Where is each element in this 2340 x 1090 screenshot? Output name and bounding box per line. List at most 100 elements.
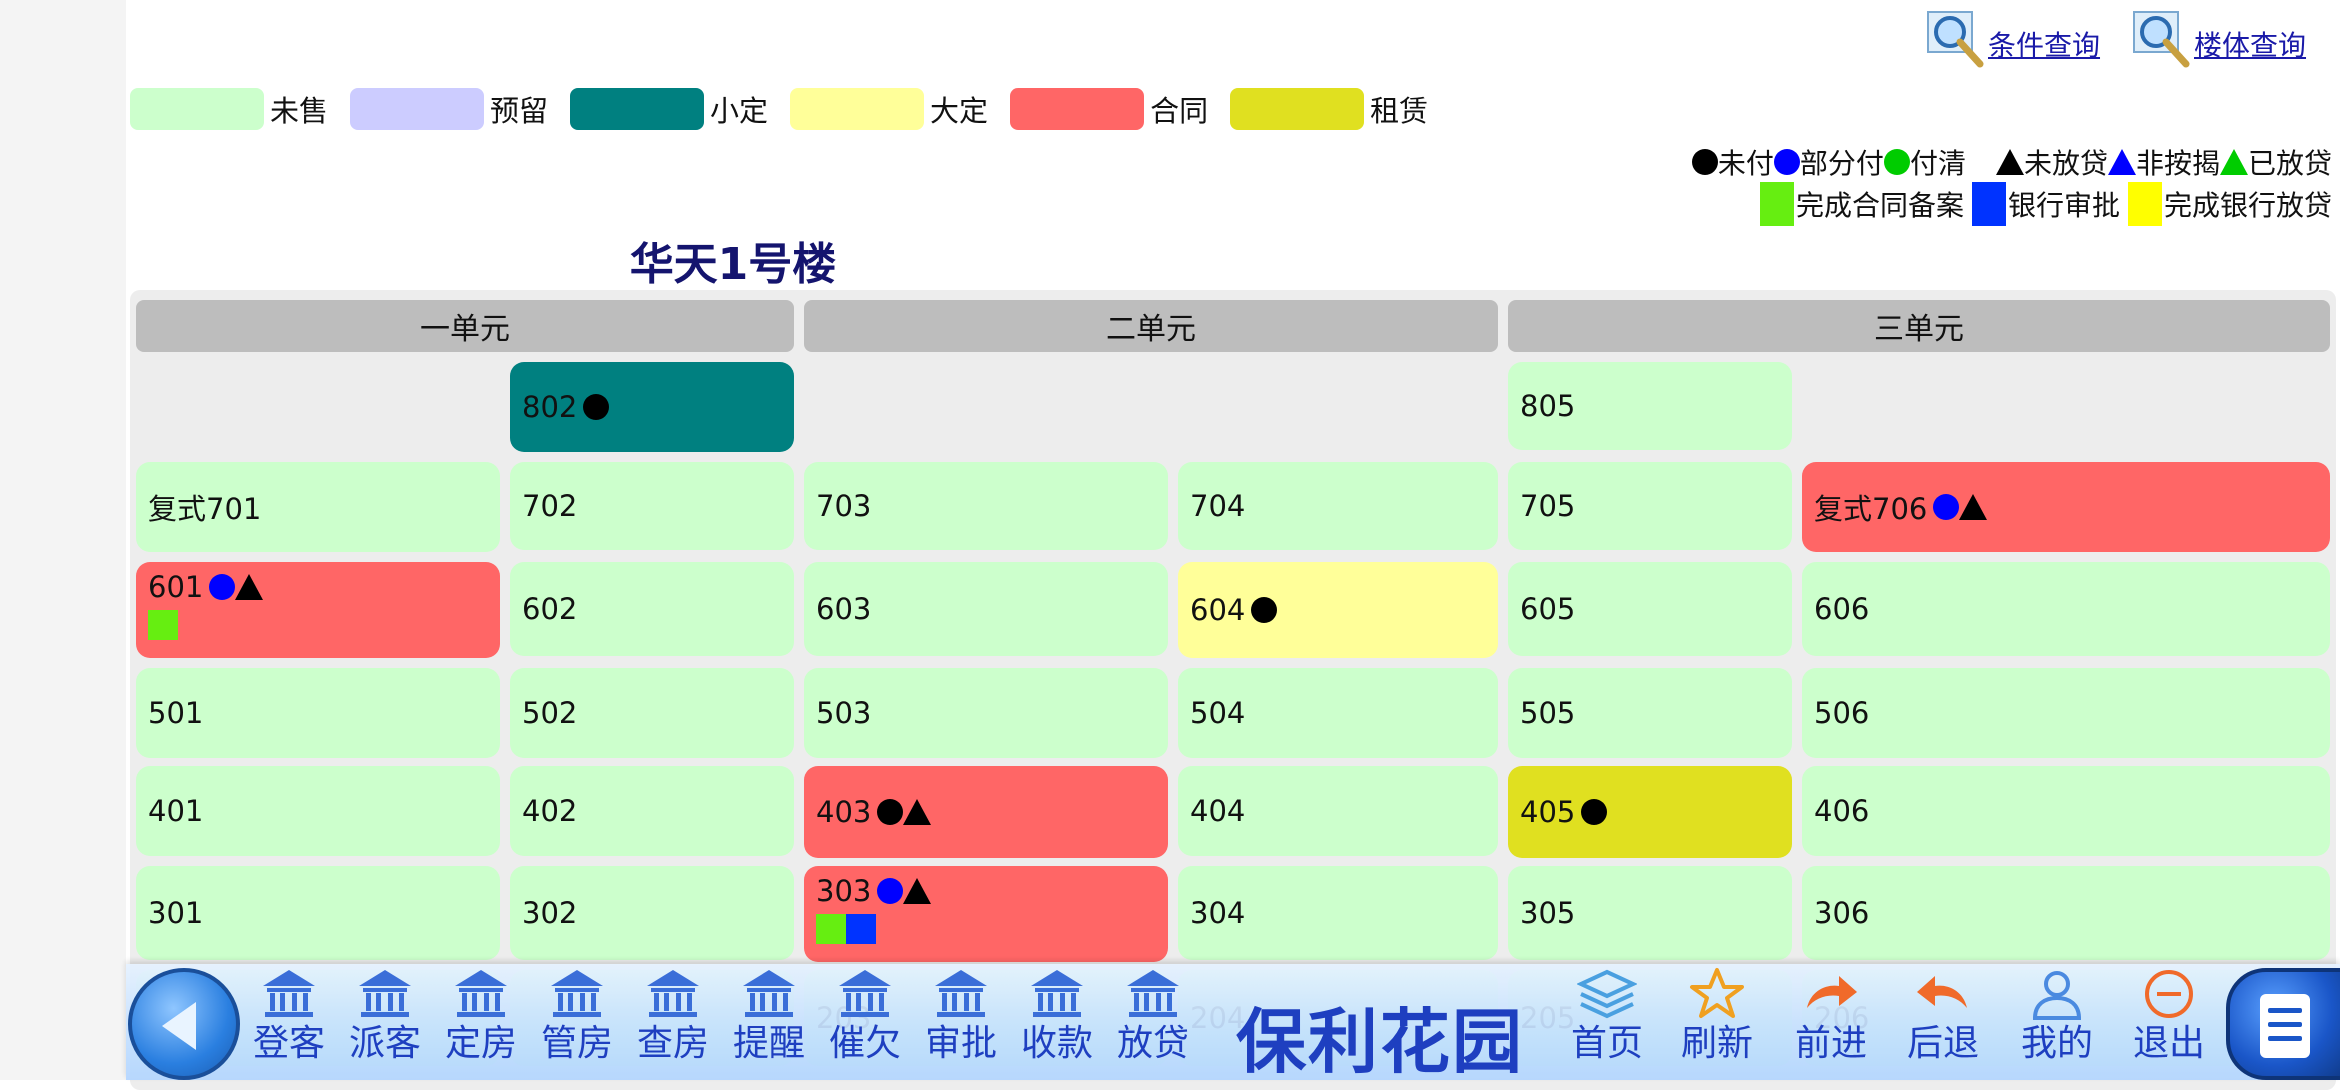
- contract-filed-square-icon: [148, 610, 178, 640]
- room-cell-301[interactable]: 301: [136, 866, 500, 960]
- condition-query-link[interactable]: 条件查询: [1926, 10, 2100, 70]
- contract-filed-square-icon: [816, 914, 846, 944]
- unpaid-dot-icon: [1251, 597, 1278, 623]
- status-legend: 未售 预留 小定 大定 合同 租赁: [130, 88, 1450, 130]
- forward-arrow-icon: [1807, 976, 1857, 1008]
- room-cell-802[interactable]: 802: [510, 362, 794, 452]
- toolbar-btn-manage[interactable]: 管房: [532, 966, 622, 1080]
- toolbar-btn-collect[interactable]: 收款: [1012, 966, 1102, 1080]
- legend-small-deposit: 小定: [570, 88, 768, 130]
- magnifier-icon: [2133, 11, 2190, 68]
- room-cell-704[interactable]: 704: [1178, 462, 1498, 550]
- toolbar-btn-approve[interactable]: 审批: [916, 966, 1006, 1080]
- room-cell-805[interactable]: 805: [1508, 362, 1792, 450]
- toolbar-btn-assign[interactable]: 派客: [340, 966, 430, 1080]
- room-cell-303[interactable]: 303: [804, 866, 1168, 962]
- back-arrow-icon: [1917, 976, 1967, 1008]
- brand-title: 保利花园: [1236, 1001, 1524, 1083]
- room-cell-604[interactable]: 604: [1178, 562, 1498, 658]
- unpaid-dot-icon: [583, 394, 610, 420]
- bank-building-icon: [263, 970, 315, 1017]
- layers-icon: [1577, 969, 1637, 1019]
- loan-pending-triangle-icon: [903, 799, 932, 825]
- room-cell-701[interactable]: 复式701: [136, 462, 500, 552]
- loan-pending-triangle-icon: [235, 574, 264, 600]
- minus-circle-icon: [2145, 970, 2193, 1018]
- room-cell-503[interactable]: 503: [804, 668, 1168, 758]
- room-cell-404[interactable]: 404: [1178, 766, 1498, 856]
- toolbar-btn-search[interactable]: 查房: [628, 966, 718, 1080]
- legend-contract: 合同: [1010, 88, 1208, 130]
- user-icon: [2032, 971, 2082, 1020]
- room-cell-302[interactable]: 302: [510, 866, 794, 960]
- black-triangle-icon: [1995, 149, 2024, 175]
- bank-building-icon: [1127, 970, 1179, 1017]
- room-cell-506[interactable]: 506: [1802, 668, 2330, 758]
- payment-symbol-legend: 未付 部分付 付清 未放贷 非按揭 已放贷: [1691, 142, 2332, 182]
- bank-building-icon: [839, 970, 891, 1017]
- toolbar-btn-logout[interactable]: 退出: [2124, 966, 2214, 1080]
- room-cell-401[interactable]: 401: [136, 766, 500, 856]
- partial-paid-dot-icon: [877, 878, 904, 904]
- toolbar-btn-arrears[interactable]: 催欠: [820, 966, 910, 1080]
- room-cell-306[interactable]: 306: [1802, 866, 2330, 960]
- bank-building-icon: [935, 970, 987, 1017]
- menu-document-button[interactable]: [2226, 968, 2340, 1080]
- room-cell-501[interactable]: 501: [136, 668, 500, 758]
- toolbar-btn-remind[interactable]: 提醒: [724, 966, 814, 1080]
- toolbar-btn-book[interactable]: 定房: [436, 966, 526, 1080]
- toolbar-btn-refresh[interactable]: 刷新: [1672, 966, 1762, 1080]
- room-cell-706[interactable]: 复式706: [1802, 462, 2330, 552]
- room-cell-606[interactable]: 606: [1802, 562, 2330, 656]
- yellow-square-icon: [2127, 182, 2162, 226]
- bank-building-icon: [1031, 970, 1083, 1017]
- room-cell-605[interactable]: 605: [1508, 562, 1792, 656]
- legend-rental: 租赁: [1230, 88, 1428, 130]
- building-title: 华天1号楼: [629, 239, 837, 290]
- toolbar-btn-loan[interactable]: 放贷: [1108, 966, 1198, 1080]
- bank-building-icon: [359, 970, 411, 1017]
- room-cell-705[interactable]: 705: [1508, 462, 1792, 550]
- star-icon: [1690, 968, 1744, 1018]
- loan-pending-triangle-icon: [903, 878, 932, 904]
- room-cell-602[interactable]: 602: [510, 562, 794, 656]
- room-cell-402[interactable]: 402: [510, 766, 794, 856]
- room-cell-403[interactable]: 403: [804, 766, 1168, 858]
- document-icon: [2260, 994, 2310, 1058]
- toolbar-btn-register[interactable]: 登客: [244, 966, 334, 1080]
- partial-paid-dot-icon: [209, 574, 236, 600]
- unpaid-dot-icon: [877, 799, 904, 825]
- toolbar-btn-profile[interactable]: 我的: [2012, 966, 2102, 1080]
- back-arrow-button[interactable]: [128, 968, 240, 1080]
- toolbar-btn-back[interactable]: 后退: [1898, 966, 1988, 1080]
- room-cell-505[interactable]: 505: [1508, 668, 1792, 758]
- room-cell-406[interactable]: 406: [1802, 766, 2330, 856]
- room-cell-702[interactable]: 702: [510, 462, 794, 550]
- legend-big-deposit: 大定: [790, 88, 988, 130]
- unpaid-dot-icon: [1581, 799, 1608, 825]
- toolbar-btn-forward[interactable]: 前进: [1786, 966, 1876, 1080]
- room-cell-304[interactable]: 304: [1178, 866, 1498, 960]
- building-query-label[interactable]: 楼体查询: [2194, 24, 2306, 64]
- unit-header-1: 一单元: [136, 300, 794, 352]
- building-query-link[interactable]: 楼体查询: [2132, 10, 2306, 70]
- bank-building-icon: [743, 970, 795, 1017]
- room-cell-601[interactable]: 601: [136, 562, 500, 658]
- bank-building-icon: [647, 970, 699, 1017]
- toolbar-btn-home[interactable]: 首页: [1562, 966, 1652, 1080]
- magnifier-icon: [1927, 11, 1984, 68]
- room-cell-603[interactable]: 603: [804, 562, 1168, 656]
- room-cell-703[interactable]: 703: [804, 462, 1168, 550]
- filing-symbol-legend: 完成合同备案 银行审批 完成银行放贷: [1759, 182, 2332, 226]
- room-cell-502[interactable]: 502: [510, 668, 794, 758]
- legend-unsold: 未售: [130, 88, 328, 130]
- loan-pending-triangle-icon: [1959, 494, 1988, 520]
- room-cell-405[interactable]: 405: [1508, 766, 1792, 858]
- blue-triangle-icon: [2107, 149, 2136, 175]
- left-arrow-icon: [162, 1002, 196, 1050]
- room-cell-305[interactable]: 305: [1508, 866, 1792, 960]
- bank-building-icon: [551, 970, 603, 1017]
- bank-building-icon: [455, 970, 507, 1017]
- room-cell-504[interactable]: 504: [1178, 668, 1498, 758]
- condition-query-label[interactable]: 条件查询: [1988, 24, 2100, 64]
